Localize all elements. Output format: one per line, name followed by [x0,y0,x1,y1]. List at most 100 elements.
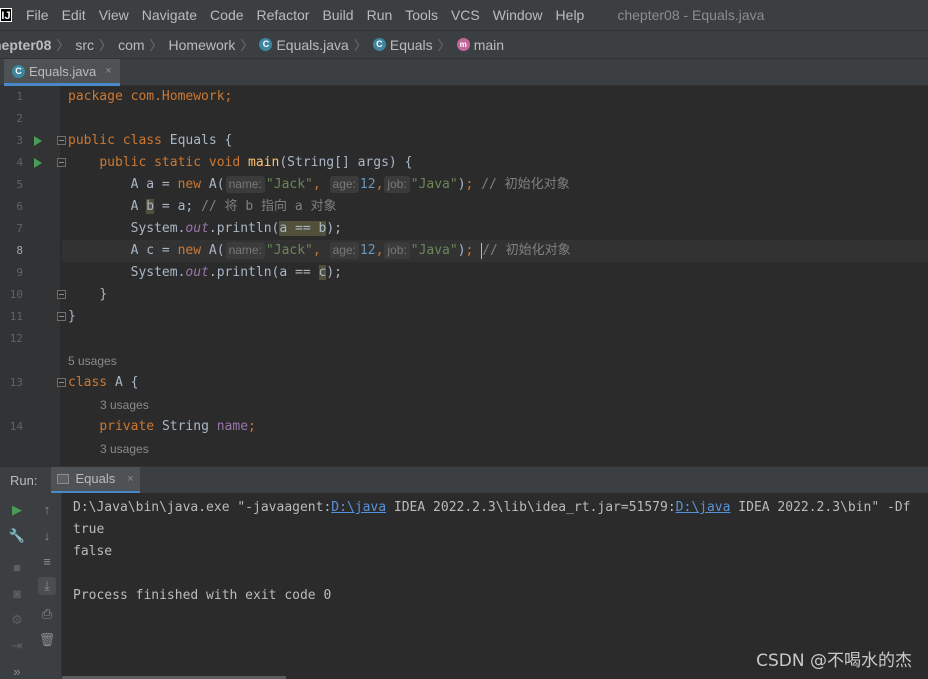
breadcrumb-src[interactable]: src [75,37,94,53]
line-number: 14 [9,420,23,433]
more-icon[interactable]: » [8,663,26,679]
code-text: System. [130,265,186,280]
run-toolbar: ▶ 🔧 ■ ◙ ⚙ ⇥ » [0,493,34,679]
fold-icon[interactable] [57,290,66,299]
breadcrumb-com[interactable]: com [118,37,144,53]
breadcrumb-file[interactable]: C Equals.java [259,37,349,53]
class-name: A { [114,375,139,390]
menu-items: File Edit View Navigate Code Refactor Bu… [26,7,597,23]
breadcrumb-class[interactable]: C Equals [372,36,433,53]
trash-icon[interactable]: 🗑 [38,631,56,649]
code-line: package com.Homework; [68,86,928,108]
rerun-icon[interactable]: ▶ [8,501,26,519]
line-number: 5 [16,178,23,191]
breadcrumb-separator-icon: 〉 [99,38,113,53]
exit-icon[interactable]: ⇥ [8,637,26,655]
settings-icon[interactable]: ⚙ [8,611,26,629]
code-text: System. [130,221,186,236]
code-text: A( [208,243,225,258]
code-text: A a = [130,177,178,192]
editor-gutter: 1 2 3 4 5 6 7 8 9 10 11 12 13 14 [0,86,66,466]
console-output[interactable]: D:\Java\bin\java.exe "-javaagent:D:\java… [73,497,928,607]
menu-build[interactable]: Build [322,7,353,23]
comment: // 初始化对象 [481,177,570,192]
menu-run[interactable]: Run [367,7,393,23]
menu-navigate[interactable]: Navigate [142,7,197,23]
close-icon[interactable]: × [105,65,111,77]
soft-wrap-icon[interactable]: ≡ [38,553,56,571]
method-params: (String[] args) { [279,155,413,170]
console-link[interactable]: D:\java [331,500,386,515]
editor-tab-bar: C Equals.java × [0,59,928,86]
watermark: CSDN @不喝水的杰 [756,651,912,671]
console-line: false [73,544,113,559]
scroll-to-end-icon[interactable]: ⤓ [38,577,56,595]
comment: // 将 b 指向 a 对象 [201,199,337,214]
line-number: 1 [16,90,23,103]
code-line: class A { [68,372,928,394]
string-literal: "Jack" [265,243,313,258]
console-link[interactable]: D:\java [676,500,731,515]
method-name: main [248,155,280,170]
window-title: chepter08 - Equals.java [617,7,765,23]
code-text: A [130,199,147,214]
code-text: ); [326,265,342,280]
console-line: true [73,522,105,537]
expression-highlight: a == b [279,221,327,236]
breadcrumb-homework[interactable]: Homework [169,37,236,53]
code-editor[interactable]: 1 2 3 4 5 6 7 8 9 10 11 12 13 14 package… [0,86,928,466]
arrow-down-icon[interactable]: ↓ [38,527,56,545]
menu-bar: IJ File Edit View Navigate Code Refactor… [0,0,928,30]
print-icon[interactable]: ⎙ [38,605,56,623]
wrench-icon[interactable]: 🔧 [8,527,26,545]
java-class-icon: C [12,64,25,78]
menu-tools[interactable]: Tools [405,7,438,23]
menu-refactor[interactable]: Refactor [257,7,310,23]
breadcrumb-method[interactable]: m main [456,36,505,53]
line-number: 13 [9,376,23,389]
param-hint-name: name: [225,176,265,193]
param-hint-age: age: [329,176,359,193]
code-line: A b = a; // 将 b 指向 a 对象 [68,196,928,218]
fold-icon[interactable] [57,136,66,145]
menu-code[interactable]: Code [210,7,243,23]
run-main-icon[interactable] [34,158,42,168]
breadcrumb-project[interactable]: hepter08 [0,37,51,53]
fold-icon[interactable] [57,158,66,167]
arrow-up-icon[interactable]: ↑ [38,501,56,519]
code-line: public class Equals { [68,130,928,152]
close-icon[interactable]: × [127,473,133,485]
param-hint-name: name: [225,242,265,259]
fold-icon[interactable] [57,312,66,321]
breadcrumb-separator-icon: 〉 [240,38,254,53]
camera-icon[interactable]: ◙ [8,585,26,603]
menu-file[interactable]: File [26,7,49,23]
menu-help[interactable]: Help [556,7,585,23]
line-number: 2 [16,112,23,125]
fold-icon[interactable] [57,378,66,387]
menu-vcs[interactable]: VCS [451,7,480,23]
console-line: Process finished with exit code 0 [73,588,332,603]
code-line: System.out.println(a == b); [68,218,928,240]
run-tab-equals[interactable]: Equals × [51,466,140,494]
number-literal: 12 [359,243,376,258]
code-line: A a = new A(name: "Jack", age: 12, job: "Jav… [130,176,570,193]
code-line: private String name; [68,416,928,438]
console-toolbar: ↑ ↓ ≡ ⤓ ⎙ 🗑 [34,493,62,679]
menu-view[interactable]: View [99,7,129,23]
usages-hint[interactable]: 3 usages [100,438,149,460]
menu-edit[interactable]: Edit [62,7,86,23]
usages-hint[interactable]: 3 usages [100,394,149,416]
usages-hint[interactable]: 5 usages [68,350,117,372]
string-literal: "Java" [410,243,458,258]
breadcrumb-class-label: Equals [389,36,433,53]
code-area[interactable]: package com.Homework; public class Equal… [62,86,928,466]
tab-equals-java[interactable]: C Equals.java × [4,59,120,86]
static-field: out [185,221,209,236]
run-class-icon[interactable] [34,136,42,146]
keyword: public static void [99,155,249,170]
stop-icon[interactable]: ■ [8,559,26,577]
menu-window[interactable]: Window [493,7,543,23]
breadcrumb-method-label: main [473,36,505,53]
code-line: public static void main(String[] args) { [68,152,928,174]
